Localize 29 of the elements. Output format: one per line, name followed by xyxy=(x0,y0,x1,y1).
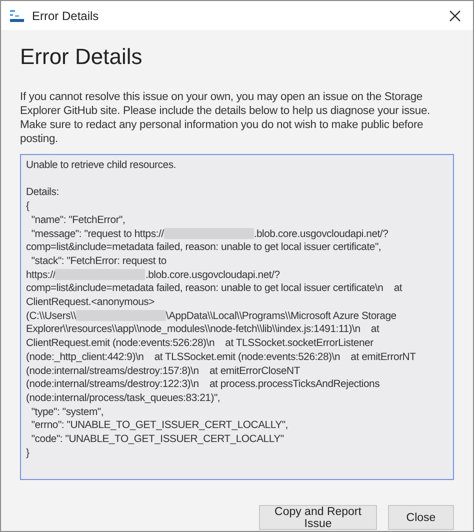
close-icon[interactable] xyxy=(449,10,461,22)
error-summary: Unable to retrieve child resources. xyxy=(26,159,177,173)
details-line: (node:internal/process/task_queues:83:21)", xyxy=(26,392,222,406)
details-line: "stack": "FetchError: request to xyxy=(30,254,168,269)
window-title: Error Details xyxy=(32,8,100,22)
details-line: (node:internal/streams/destroy:122:3)\n at process.processTicksAndRejections xyxy=(26,378,381,392)
details-line: { xyxy=(26,200,30,214)
details-line: Details: xyxy=(26,186,60,200)
details-line: Explorer\\resources\\app\\node_modules\\node-fetch\\lib\\index.js:1491:11)\n at xyxy=(26,323,380,338)
dialog-heading: Error Details xyxy=(20,44,144,70)
dialog-button[interactable]: Close xyxy=(388,505,454,530)
details-line: https:// .blob.core.usgovcloudapi.net/? xyxy=(26,268,281,282)
details-line: comp=list&include=metadata failed, reason: unable to get local issuer certificate", xyxy=(26,241,382,255)
details-line: "message": "request to https:// .blob.core.usgovcloudapi.net/? xyxy=(30,228,390,242)
details-line: ClientRequest.<anonymous> xyxy=(26,296,156,310)
details-line: "code": "UNABLE_TO_GET_ISSUER_CERT_LOCALLY" xyxy=(30,433,285,447)
details-line: "errno": "UNABLE_TO_GET_ISSUER_CERT_LOCALLY", xyxy=(30,419,289,434)
details-text-area[interactable] xyxy=(20,154,454,480)
details-line: comp=list&include=metadata failed, reason: unable to get local issuer certificate\n at xyxy=(26,282,404,296)
details-line: (node:_http_client:442:9)\n at TLSSocket.emit (node:events:526:28)\n at emitErrorNT xyxy=(26,350,417,365)
details-line: "name": "FetchError", xyxy=(30,214,126,228)
dialog-button[interactable]: Copy and Report Issue xyxy=(259,505,377,530)
details-line: } xyxy=(26,446,30,460)
app-icon xyxy=(10,10,24,22)
details-line: (node:internal/streams/destroy:157:8)\n at emitErrorCloseNT xyxy=(26,364,301,378)
details-line: (C:\\Users\\ \AppData\\Local\\Programs\\Microsoft Azure Storage xyxy=(26,310,398,324)
intro-text: If you cannot resolve this issue on your own, you may open an issue on the Storage Explorer GitHub site. Please include the details below to help us diagnose your issue. Make sure to redact any personal information you do not wish to make public before posting. xyxy=(20,90,431,146)
details-line: "type": "system", xyxy=(30,406,105,420)
details-line: ClientRequest.emit (node:events:526:28)\n at TLSSocket.socketErrorListener xyxy=(26,337,374,351)
